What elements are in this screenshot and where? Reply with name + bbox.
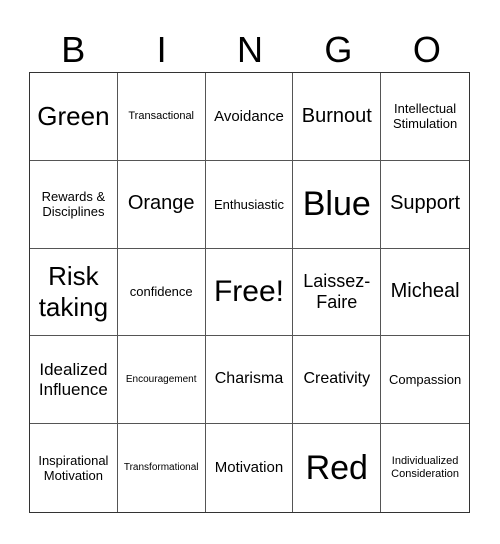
- bingo-cell[interactable]: Transactional: [117, 73, 206, 161]
- bingo-cell[interactable]: Red: [293, 424, 382, 512]
- bingo-cell[interactable]: Burnout: [293, 73, 382, 161]
- bingo-header: B I N G O: [29, 28, 471, 72]
- bingo-cell[interactable]: Avoidance: [205, 73, 294, 161]
- bingo-cell[interactable]: Inspirational Motivation: [30, 424, 118, 512]
- header-letter-n: N: [237, 29, 264, 70]
- header-letter-g: G: [324, 29, 353, 70]
- bingo-cell[interactable]: Motivation: [206, 424, 294, 512]
- bingo-cell[interactable]: Micheal: [381, 249, 469, 337]
- bingo-cell[interactable]: Green: [30, 73, 118, 161]
- free-space-cell[interactable]: Free!: [205, 248, 294, 337]
- bingo-cell[interactable]: Support: [381, 161, 469, 249]
- bingo-cell[interactable]: Intellectual Stimulation: [381, 73, 469, 161]
- bingo-card-grid: Green Transactional Avoidance Burnout In…: [29, 72, 470, 513]
- bingo-cell[interactable]: Idealized Influence: [30, 336, 118, 425]
- bingo-cell[interactable]: Compassion: [381, 336, 469, 425]
- bingo-cell[interactable]: Laissez-Faire: [293, 248, 382, 337]
- bingo-cell[interactable]: Creativity: [293, 336, 382, 425]
- bingo-cell[interactable]: Blue: [293, 160, 382, 249]
- bingo-cell[interactable]: Transformational: [118, 424, 206, 512]
- bingo-cell[interactable]: Rewards & Disciplines: [30, 160, 118, 249]
- bingo-cell[interactable]: Risk taking: [30, 248, 118, 337]
- header-letter-b: B: [61, 29, 86, 70]
- bingo-cell[interactable]: Encouragement: [117, 336, 206, 425]
- bingo-cell[interactable]: confidence: [117, 248, 206, 337]
- bingo-cell[interactable]: Individualized Consideration: [381, 424, 469, 512]
- bingo-cell[interactable]: Orange: [117, 160, 206, 249]
- header-letter-i: I: [156, 29, 167, 70]
- header-letter-o: O: [412, 29, 441, 70]
- bingo-cell[interactable]: Enthusiastic: [205, 160, 294, 249]
- bingo-cell[interactable]: Charisma: [205, 336, 294, 425]
